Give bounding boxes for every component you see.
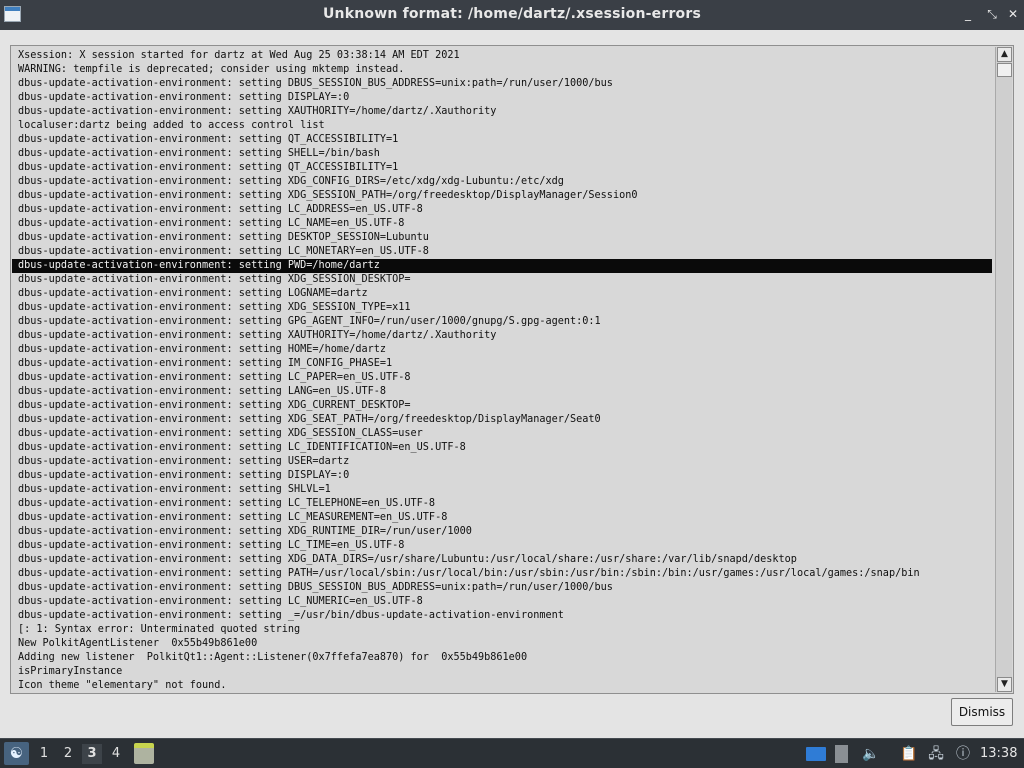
log-line[interactable]: dbus-update-activation-environment: sett… xyxy=(12,203,992,217)
log-line[interactable]: dbus-update-activation-environment: sett… xyxy=(12,539,992,553)
log-text-content[interactable]: Xsession: X session started for dartz at… xyxy=(12,49,992,693)
log-line[interactable]: dbus-update-activation-environment: sett… xyxy=(12,273,992,287)
log-line[interactable]: [: 1: Syntax error: Unterminated quoted … xyxy=(12,623,992,637)
scroll-up-arrow-icon[interactable]: ▲ xyxy=(997,47,1012,62)
minimize-button[interactable]: _ xyxy=(960,6,976,22)
log-line[interactable]: dbus-update-activation-environment: sett… xyxy=(12,105,992,119)
clipboard-icon[interactable]: 📋 xyxy=(900,745,918,763)
log-line[interactable]: dbus-update-activation-environment: sett… xyxy=(12,525,992,539)
log-line[interactable]: dbus-update-activation-environment: sett… xyxy=(12,329,992,343)
log-line[interactable]: localuser:dartz being added to access co… xyxy=(12,119,992,133)
volume-icon[interactable]: 🔈 xyxy=(862,745,880,763)
close-button[interactable]: ✕ xyxy=(1005,6,1021,22)
log-line[interactable]: dbus-update-activation-environment: sett… xyxy=(12,133,992,147)
log-line[interactable]: dbus-update-activation-environment: sett… xyxy=(12,343,992,357)
start-menu-icon[interactable]: ☯ xyxy=(4,742,29,765)
log-line[interactable]: dbus-update-activation-environment: sett… xyxy=(12,245,992,259)
log-line[interactable]: New PolkitAgentListener 0x55b49b861e00 xyxy=(12,637,992,651)
log-line[interactable]: dbus-update-activation-environment: sett… xyxy=(12,455,992,469)
log-line[interactable]: dbus-update-activation-environment: sett… xyxy=(12,609,992,623)
taskbar: ☯ 1 2 3 4 🔈 📋 🖧 ⓘ 13:38 xyxy=(0,738,1024,768)
log-line[interactable]: dbus-update-activation-environment: sett… xyxy=(12,581,992,595)
log-line[interactable]: dbus-update-activation-environment: sett… xyxy=(12,413,992,427)
log-line[interactable]: dbus-update-activation-environment: sett… xyxy=(12,301,992,315)
log-line[interactable]: dbus-update-activation-environment: sett… xyxy=(12,427,992,441)
log-line[interactable]: Xsession: X session started for dartz at… xyxy=(12,49,992,63)
log-line[interactable]: WARNING: tempfile is deprecated; conside… xyxy=(12,63,992,77)
log-line[interactable]: dbus-update-activation-environment: sett… xyxy=(12,595,992,609)
taskbar-window-icon[interactable] xyxy=(134,743,154,764)
update-notifier-icon[interactable]: ⓘ xyxy=(954,745,972,763)
log-line[interactable]: dbus-update-activation-environment: sett… xyxy=(12,469,992,483)
log-line[interactable]: dbus-update-activation-environment: sett… xyxy=(12,189,992,203)
log-line[interactable]: dbus-update-activation-environment: sett… xyxy=(12,217,992,231)
screen-layout-icon[interactable] xyxy=(806,747,826,761)
log-line[interactable]: dbus-update-activation-environment: sett… xyxy=(12,497,992,511)
window-titlebar[interactable]: Unknown format: /home/dartz/.xsession-er… xyxy=(0,0,1024,30)
log-line[interactable]: dbus-update-activation-environment: sett… xyxy=(12,441,992,455)
log-line-selected[interactable]: dbus-update-activation-environment: sett… xyxy=(12,259,992,273)
message-dialog: Xsession: X session started for dartz at… xyxy=(0,30,1024,738)
workspace-1-button[interactable]: 1 xyxy=(34,744,54,764)
maximize-button[interactable]: ⤡ xyxy=(984,6,1000,22)
log-line[interactable]: Icon theme "elementary" not found. xyxy=(12,679,992,693)
scroll-down-arrow-icon[interactable]: ▼ xyxy=(997,677,1012,692)
log-line[interactable]: dbus-update-activation-environment: sett… xyxy=(12,77,992,91)
log-line[interactable]: dbus-update-activation-environment: sett… xyxy=(12,287,992,301)
log-line[interactable]: Adding new listener PolkitQt1::Agent::Li… xyxy=(12,651,992,665)
log-line[interactable]: dbus-update-activation-environment: sett… xyxy=(12,399,992,413)
window-title: Unknown format: /home/dartz/.xsession-er… xyxy=(322,6,702,22)
clock[interactable]: 13:38 xyxy=(980,745,1017,763)
log-line[interactable]: dbus-update-activation-environment: sett… xyxy=(12,371,992,385)
vertical-scrollbar[interactable]: ▲ ▼ xyxy=(995,47,1012,692)
dismiss-button[interactable]: Dismiss xyxy=(951,698,1013,726)
workspace-2-button[interactable]: 2 xyxy=(58,744,78,764)
log-line[interactable]: dbus-update-activation-environment: sett… xyxy=(12,553,992,567)
log-line[interactable]: dbus-update-activation-environment: sett… xyxy=(12,357,992,371)
log-line[interactable]: dbus-update-activation-environment: sett… xyxy=(12,315,992,329)
workspace-3-button[interactable]: 3 xyxy=(82,744,102,764)
log-line[interactable]: dbus-update-activation-environment: sett… xyxy=(12,161,992,175)
log-line[interactable]: dbus-update-activation-environment: sett… xyxy=(12,567,992,581)
log-line[interactable]: dbus-update-activation-environment: sett… xyxy=(12,147,992,161)
log-line[interactable]: dbus-update-activation-environment: sett… xyxy=(12,91,992,105)
log-line[interactable]: dbus-update-activation-environment: sett… xyxy=(12,511,992,525)
network-icon[interactable]: 🖧 xyxy=(927,745,945,763)
log-line[interactable]: dbus-update-activation-environment: sett… xyxy=(12,175,992,189)
log-text-view[interactable]: Xsession: X session started for dartz at… xyxy=(10,45,1014,694)
workspace-4-button[interactable]: 4 xyxy=(106,744,126,764)
scrollbar-thumb[interactable] xyxy=(997,63,1012,77)
log-line[interactable]: dbus-update-activation-environment: sett… xyxy=(12,483,992,497)
log-line[interactable]: dbus-update-activation-environment: sett… xyxy=(12,231,992,245)
log-line[interactable]: isPrimaryInstance xyxy=(12,665,992,679)
log-line[interactable]: dbus-update-activation-environment: sett… xyxy=(12,385,992,399)
removable-media-icon[interactable] xyxy=(835,745,848,763)
